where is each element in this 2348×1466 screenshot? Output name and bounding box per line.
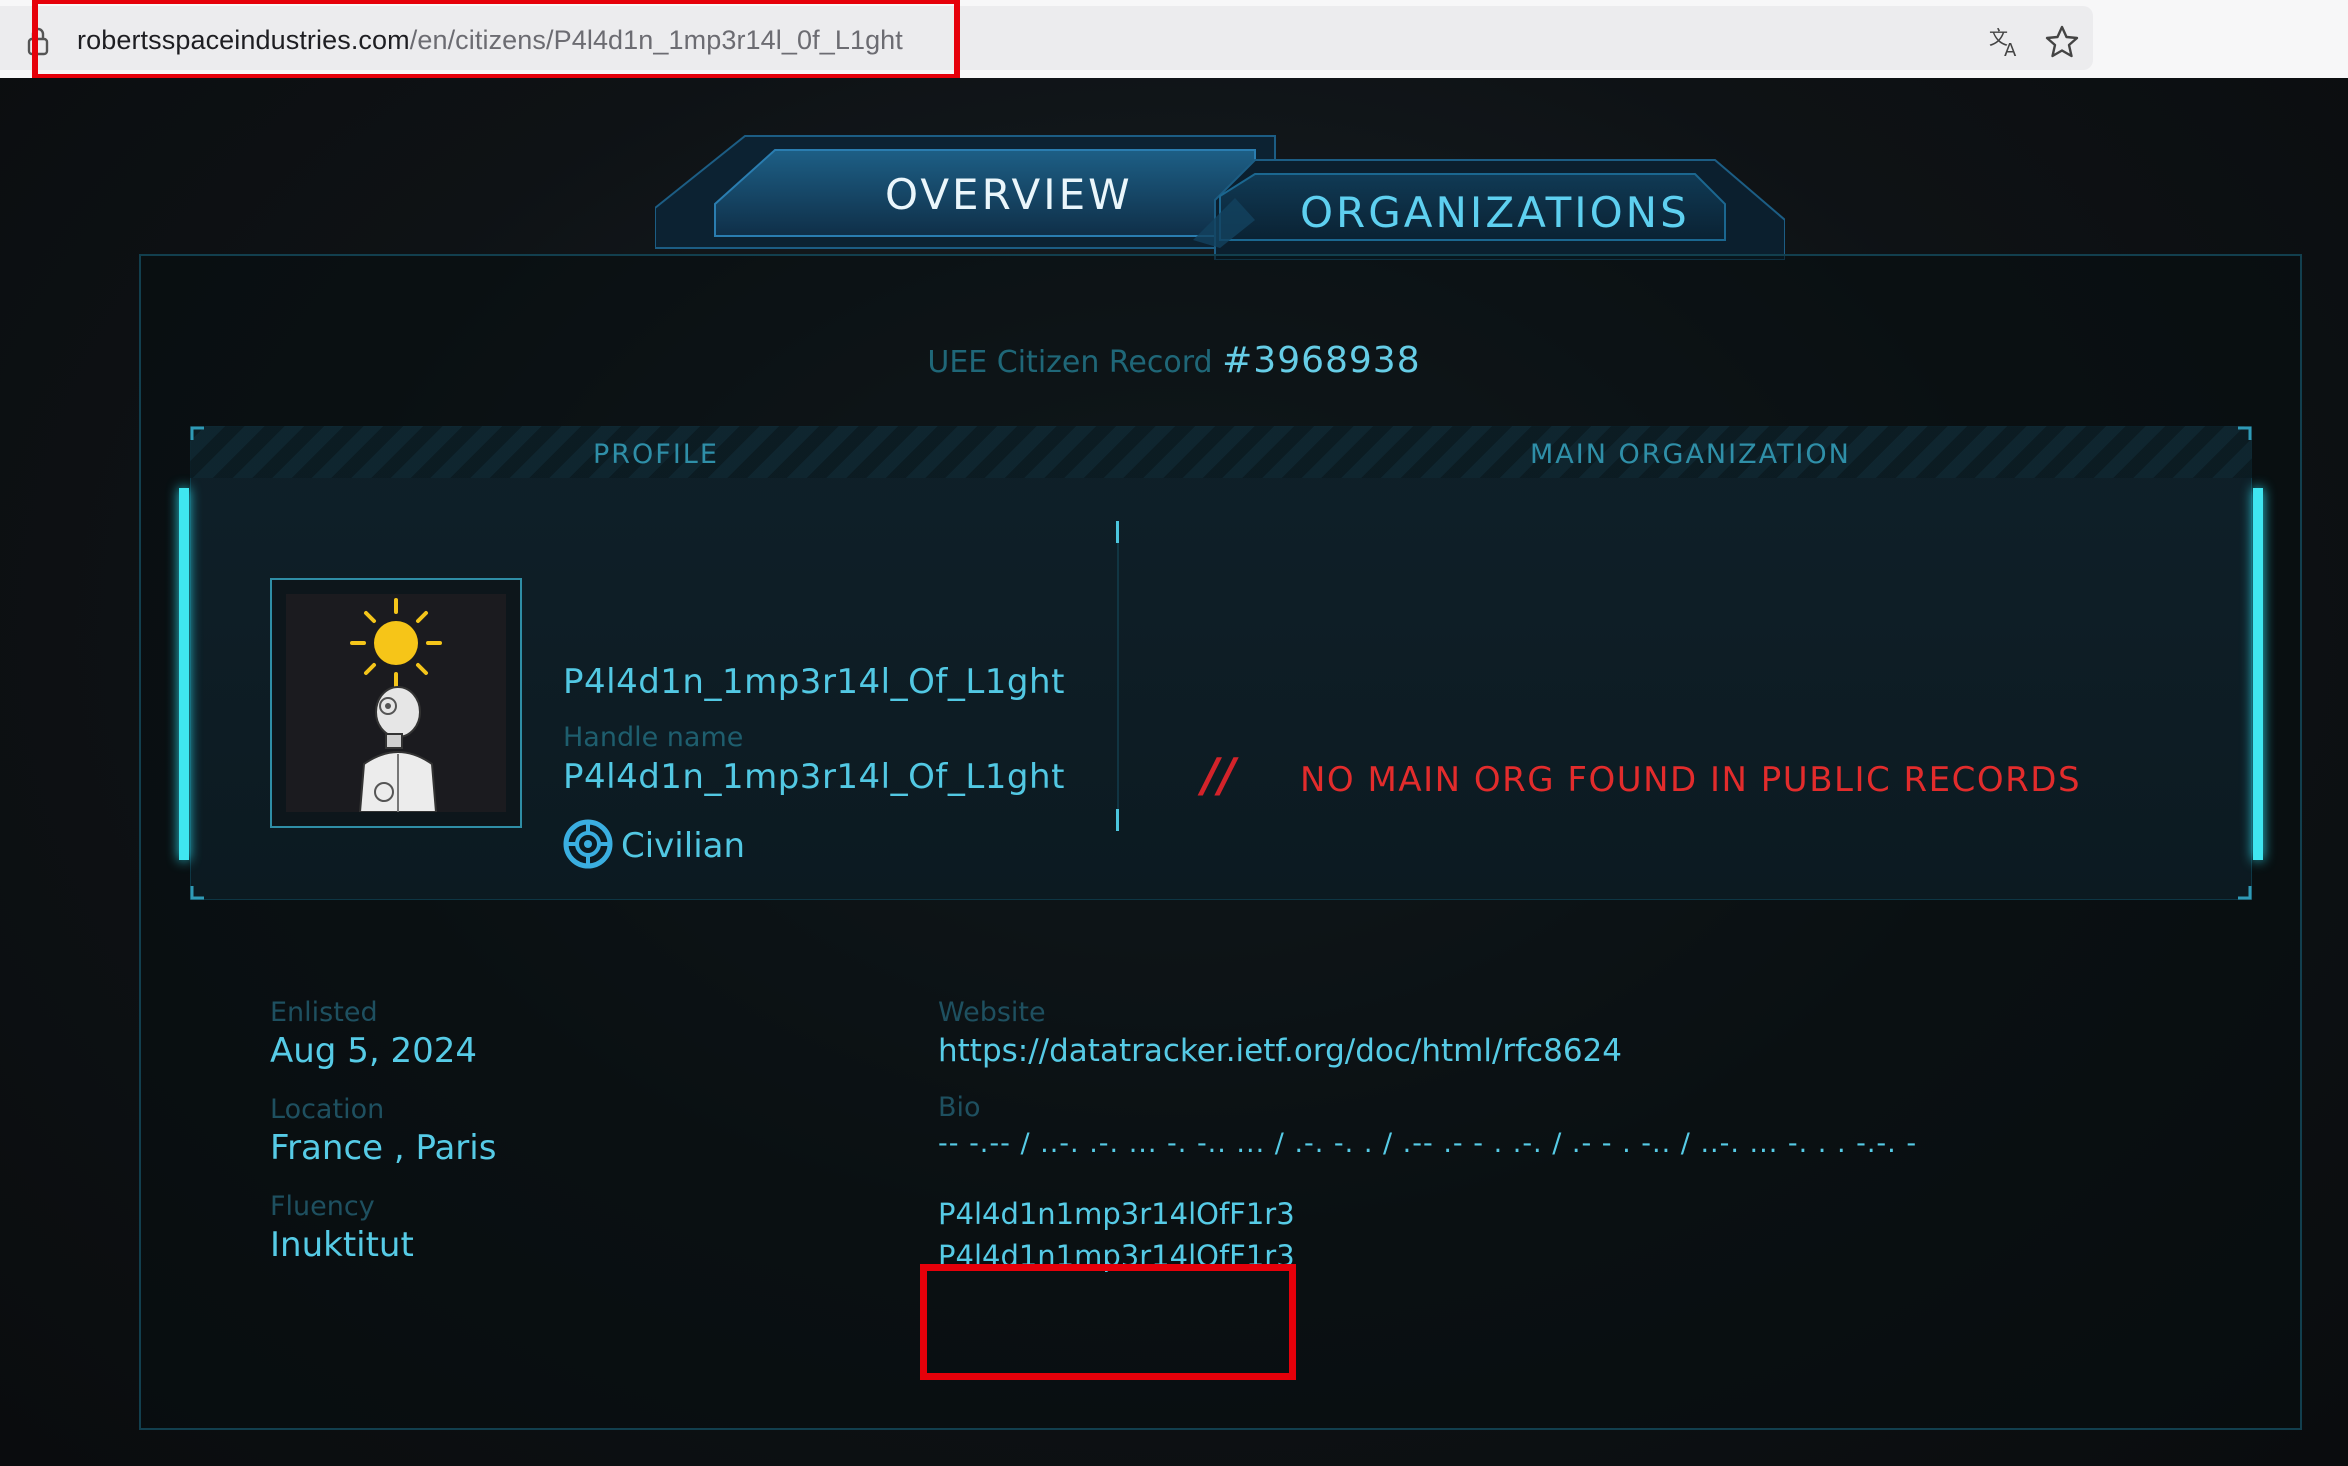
org-slashes-text: //	[1202, 748, 1236, 802]
panel-edge-left	[179, 488, 189, 860]
avatar[interactable]	[286, 594, 506, 813]
handle-name: P4l4d1n_1mp3r14l_Of_L1ght	[563, 757, 1065, 797]
tab-overview[interactable]: OVERVIEW	[885, 170, 1133, 219]
no-org-message: NO MAIN ORG FOUND IN PUBLIC RECORDS	[1300, 760, 2082, 800]
robot-with-sun-avatar	[350, 598, 442, 813]
rank-label: Civilian	[621, 826, 746, 866]
main-org-header: MAIN ORGANIZATION	[1530, 439, 1851, 470]
record-number: #3968938	[1222, 340, 1421, 381]
tab-organizations[interactable]: ORGANIZATIONS	[1300, 188, 1690, 237]
bio-line-2: P4l4d1n1mp3r14lOfF1r3	[938, 1197, 1295, 1231]
panel-divider	[1117, 521, 1119, 831]
civilian-rank-icon	[563, 819, 613, 869]
location-value: France , Paris	[270, 1128, 497, 1168]
profile-header: PROFILE	[593, 439, 719, 470]
divider-tick-bottom	[1116, 809, 1119, 831]
citizen-page: OVERVIEW ORGANIZATIONS UEE Citizen Recor…	[0, 78, 2348, 1466]
bio-label: Bio	[938, 1092, 981, 1123]
bookmark-star-icon[interactable]	[2044, 24, 2080, 60]
profile-panel: PROFILE MAIN ORGANIZATION P4l4d1n_1mp3r1…	[179, 426, 2263, 900]
svg-text:A: A	[2004, 40, 2017, 60]
bio-morse-line: -- -.-- / ..-. .-. ... -. -.. ... / .-. …	[938, 1128, 1918, 1159]
enlisted-value: Aug 5, 2024	[270, 1031, 477, 1071]
fluency-value: Inuktitut	[270, 1225, 414, 1265]
location-label: Location	[270, 1094, 385, 1125]
avatar-frame	[270, 578, 522, 828]
fluency-label: Fluency	[270, 1191, 375, 1222]
website-label: Website	[938, 997, 1046, 1028]
enlisted-label: Enlisted	[270, 997, 378, 1028]
url-highlight-box	[32, 0, 960, 80]
website-link[interactable]: https://datatracker.ietf.org/doc/html/rf…	[938, 1033, 1622, 1069]
handle-label: Handle name	[563, 722, 744, 753]
translate-icon[interactable]: 文 A	[1988, 24, 2024, 60]
tab-bar: OVERVIEW ORGANIZATIONS	[655, 130, 1785, 260]
panel-edge-right	[2253, 488, 2263, 860]
browser-toolbar: robertsspaceindustries.com/en/citizens/P…	[0, 0, 2348, 80]
divider-tick-top	[1116, 521, 1119, 543]
citizen-record: UEE Citizen Record #3968938	[0, 340, 2348, 381]
record-label: UEE Citizen Record	[927, 345, 1213, 380]
bio-highlight-box	[920, 1264, 1296, 1380]
display-name: P4l4d1n_1mp3r14l_Of_L1ght	[563, 662, 1065, 702]
